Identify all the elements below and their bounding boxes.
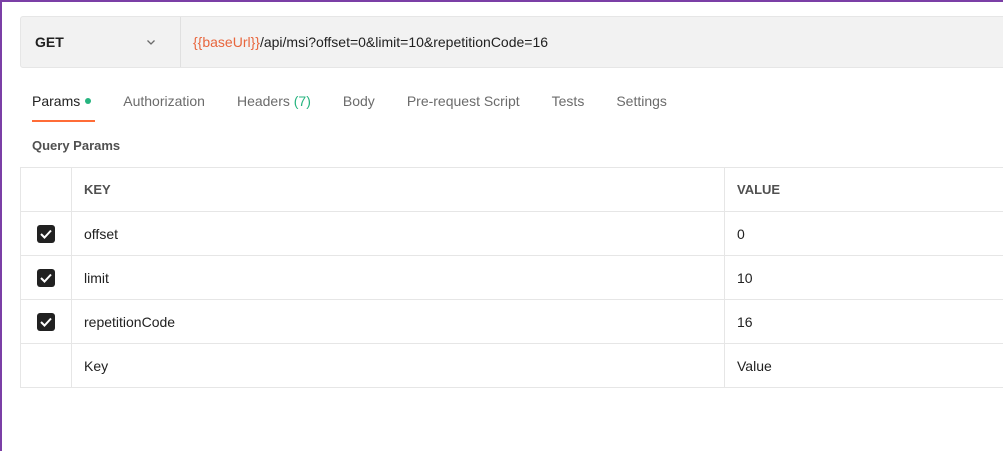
tab-pre-request-script[interactable]: Pre-request Script [407, 92, 520, 122]
param-value[interactable]: 0 [724, 211, 1003, 256]
tab-headers[interactable]: Headers (7) [237, 92, 311, 122]
url-path: /api/msi?offset=0&limit=10&repetitionCod… [259, 34, 549, 50]
tab-tests-label: Tests [551, 93, 585, 109]
row-checkbox[interactable] [37, 224, 55, 243]
tab-body[interactable]: Body [343, 92, 375, 122]
key-column-header: KEY [71, 167, 725, 212]
headers-count: (7) [293, 93, 311, 109]
param-value[interactable]: 16 [724, 299, 1003, 344]
request-tabs: Params Authorization Headers (7) Body Pr… [32, 92, 699, 122]
new-key-input[interactable]: Key [71, 343, 725, 388]
new-param-row: Key Value [20, 343, 1003, 388]
tab-tests[interactable]: Tests [552, 92, 585, 122]
param-value[interactable]: 10 [724, 255, 1003, 300]
tab-headers-label: Headers [236, 93, 290, 109]
tab-params-label: Params [32, 93, 81, 109]
method-dropdown[interactable]: GET [21, 17, 181, 67]
tab-params[interactable]: Params [32, 92, 96, 122]
tab-pre-request-script-label: Pre-request Script [406, 93, 520, 109]
tab-settings-label: Settings [616, 93, 667, 109]
params-indicator-dot [85, 98, 92, 105]
request-bar: GET {{baseUrl}}/api/msi?offset=0&limit=1… [20, 16, 1003, 68]
new-value-input[interactable]: Value [724, 343, 1003, 388]
table-row: limit 10 [20, 255, 1003, 300]
row-checkbox[interactable] [37, 268, 55, 287]
tab-authorization[interactable]: Authorization [123, 92, 205, 122]
chevron-down-icon [143, 34, 159, 50]
table-row: repetitionCode 16 [20, 299, 1003, 344]
url-variable: {{baseUrl}} [193, 34, 260, 50]
param-key[interactable]: repetitionCode [71, 299, 725, 344]
query-params-title: Query Params [32, 138, 121, 153]
tab-body-label: Body [342, 93, 375, 109]
param-key[interactable]: limit [71, 255, 725, 300]
row-checkbox-cell [20, 299, 72, 344]
tab-authorization-label: Authorization [123, 93, 205, 109]
row-checkbox-cell [20, 211, 72, 256]
param-key[interactable]: offset [71, 211, 725, 256]
table-header-row: KEY VALUE [20, 167, 1003, 212]
value-column-header: VALUE [724, 167, 1003, 212]
method-label: GET [35, 34, 64, 50]
url-input[interactable]: {{baseUrl}}/api/msi?offset=0&limit=10&re… [181, 17, 548, 67]
new-row-checkbox-cell [20, 343, 72, 388]
header-checkbox-cell [20, 167, 72, 212]
query-params-table: KEY VALUE offset 0 limit 10 repetitionCo… [20, 167, 1003, 388]
tab-settings[interactable]: Settings [616, 92, 667, 122]
table-row: offset 0 [20, 211, 1003, 256]
row-checkbox[interactable] [37, 312, 55, 331]
row-checkbox-cell [20, 255, 72, 300]
